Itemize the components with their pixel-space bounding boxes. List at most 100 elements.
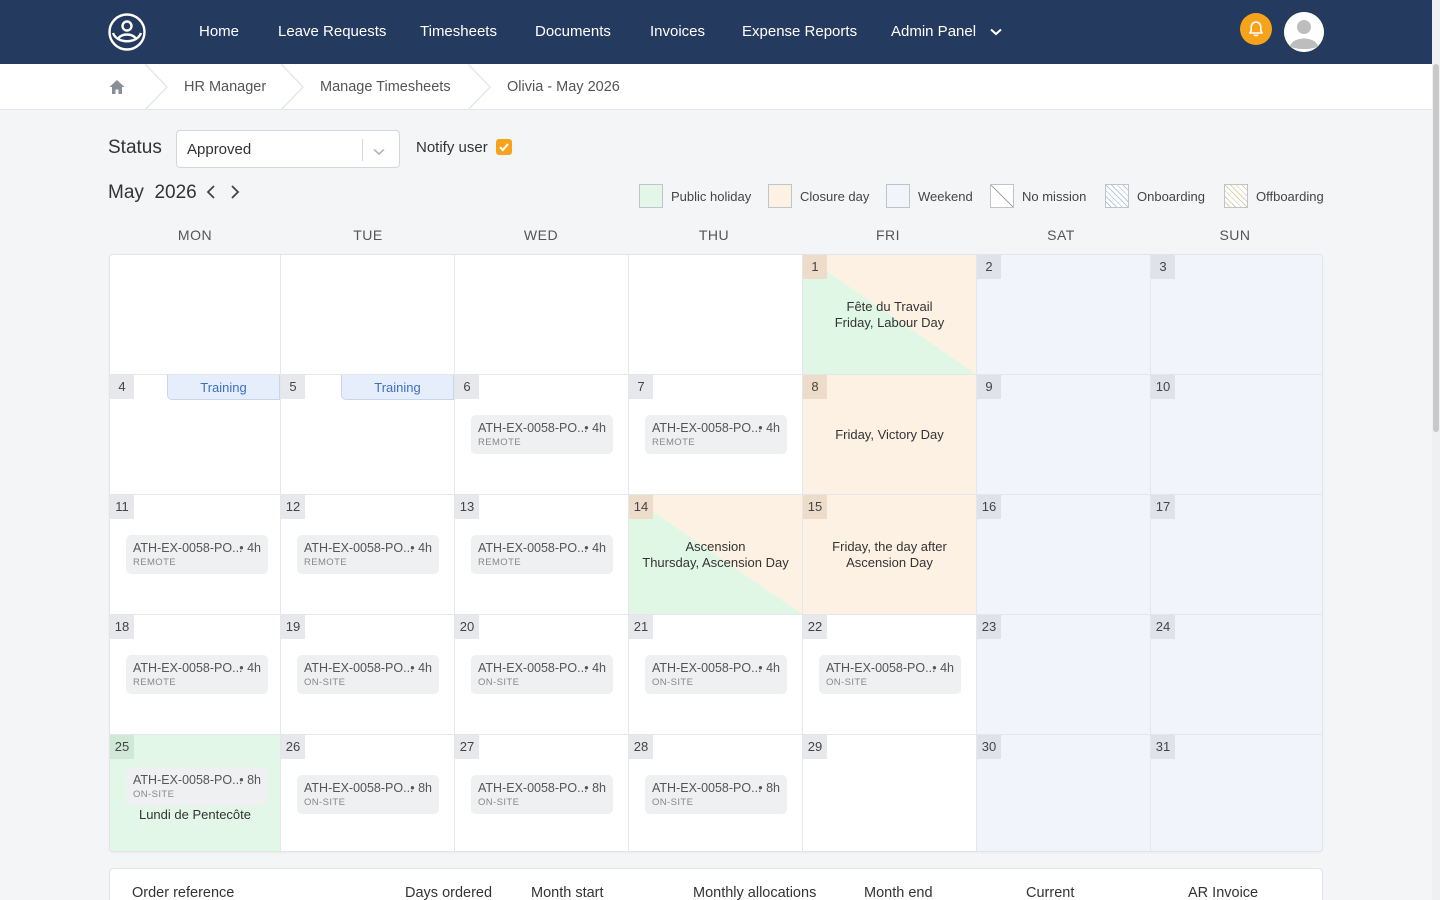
mission-entry[interactable]: ATH-EX-0058-PO... • 4h REMOTE — [645, 415, 787, 454]
calendar-day-cell[interactable]: 9 — [977, 375, 1151, 495]
mission-code: ATH-EX-0058-PO... — [478, 661, 588, 675]
calendar-day-cell[interactable]: 31 — [1151, 735, 1322, 851]
calendar-day-cell[interactable]: 2 — [977, 255, 1151, 375]
training-tag[interactable]: Training — [167, 375, 280, 400]
page-scrollbar-thumb[interactable] — [1433, 64, 1439, 432]
calendar-day-cell[interactable]: 12 ATH-EX-0058-PO... • 4h REMOTE — [281, 495, 455, 615]
mission-entry[interactable]: ATH-EX-0058-PO... • 8h ON-SITE — [126, 767, 268, 806]
mission-code: ATH-EX-0058-PO... — [478, 781, 588, 795]
mission-entry[interactable]: ATH-EX-0058-PO... • 8h ON-SITE — [645, 775, 787, 814]
calendar-day-cell[interactable]: 25 ATH-EX-0058-PO... • 8h ON-SITE Lundi de P… — [110, 735, 281, 851]
holiday-label-line: Friday, Labour Day — [834, 315, 945, 330]
calendar-day-cell[interactable]: 7 ATH-EX-0058-PO... • 4h REMOTE — [629, 375, 803, 495]
mission-location: REMOTE — [304, 557, 348, 568]
mission-entry[interactable]: ATH-EX-0058-PO... • 4h REMOTE — [126, 655, 268, 694]
calendar-day-cell[interactable]: 30 — [977, 735, 1151, 851]
mission-entry[interactable]: ATH-EX-0058-PO... • 4h REMOTE — [471, 415, 613, 454]
status-select[interactable]: Approved — [176, 130, 400, 168]
calendar-day-number: 1 — [803, 255, 827, 279]
calendar-day-number: 5 — [281, 375, 305, 399]
mission-location: REMOTE — [478, 437, 522, 448]
mission-location: ON-SITE — [304, 797, 346, 808]
calendar-day-cell[interactable]: 19 ATH-EX-0058-PO... • 4h ON-SITE — [281, 615, 455, 735]
mission-hours: • 8h — [758, 781, 780, 795]
holiday-label: Fête du Travail Friday, Labour Day — [803, 299, 976, 331]
calendar-day-cell[interactable]: 27 ATH-EX-0058-PO... • 8h ON-SITE — [455, 735, 629, 851]
calendar-day-cell[interactable]: 23 — [977, 615, 1151, 735]
mission-entry[interactable]: ATH-EX-0058-PO... • 8h ON-SITE — [471, 775, 613, 814]
calendar-day-cell[interactable]: 16 — [977, 495, 1151, 615]
mission-entry[interactable]: ATH-EX-0058-PO... • 8h ON-SITE — [297, 775, 439, 814]
calendar-day-number: 9 — [977, 375, 1001, 399]
calendar-day-cell[interactable]: 21 ATH-EX-0058-PO... • 4h ON-SITE — [629, 615, 803, 735]
app-logo-icon[interactable] — [107, 12, 147, 52]
calendar-day-cell[interactable]: 11 ATH-EX-0058-PO... • 4h REMOTE — [110, 495, 281, 615]
status-label: Status — [108, 137, 162, 158]
nav-timesheets[interactable]: Timesheets — [420, 0, 497, 64]
notifications-bell-icon[interactable] — [1240, 13, 1272, 45]
mission-location: REMOTE — [133, 677, 177, 688]
holiday-label-line: Ascension — [685, 539, 746, 554]
calendar-day-cell[interactable]: 17 — [1151, 495, 1322, 615]
mission-entry[interactable]: ATH-EX-0058-PO... • 4h ON-SITE — [297, 655, 439, 694]
mission-location: ON-SITE — [133, 789, 175, 800]
calendar-day-cell[interactable]: 18 ATH-EX-0058-PO... • 4h REMOTE — [110, 615, 281, 735]
next-month-chevron-right-icon[interactable] — [227, 183, 243, 201]
prev-month-chevron-left-icon[interactable] — [203, 183, 219, 201]
calendar-day-cell[interactable]: 22 ATH-EX-0058-PO... • 4h ON-SITE — [803, 615, 977, 735]
chevron-down-icon — [373, 143, 385, 161]
calendar-day-cell[interactable]: 6 ATH-EX-0058-PO... • 4h REMOTE — [455, 375, 629, 495]
calendar-day-cell[interactable]: 10 — [1151, 375, 1322, 495]
mission-hours: • 4h — [410, 661, 432, 675]
mission-code: ATH-EX-0058-PO... — [652, 781, 762, 795]
breadcrumb-separator — [144, 63, 169, 111]
mission-hours: • 4h — [239, 541, 261, 555]
nav-admin-panel[interactable]: Admin Panel — [891, 0, 1002, 64]
nav-documents[interactable]: Documents — [535, 0, 611, 64]
nav-invoices[interactable]: Invoices — [650, 0, 705, 64]
mission-location: ON-SITE — [652, 677, 694, 688]
mission-entry[interactable]: ATH-EX-0058-PO... • 4h REMOTE — [471, 535, 613, 574]
mission-entry[interactable]: ATH-EX-0058-PO... • 4h ON-SITE — [819, 655, 961, 694]
home-icon[interactable] — [108, 78, 126, 96]
training-tag[interactable]: Training — [341, 375, 454, 400]
calendar-day-number: 3 — [1151, 255, 1175, 279]
weekday-tue: TUE — [353, 227, 383, 243]
calendar-day-cell[interactable]: 14 Ascension Thursday, Ascension Day — [629, 495, 803, 615]
calendar-day-cell[interactable]: 29 — [803, 735, 977, 851]
nav-expense-reports[interactable]: Expense Reports — [742, 0, 857, 64]
calendar-day-number: 17 — [1151, 495, 1175, 519]
legend-onboarding-label: Onboarding — [1137, 189, 1205, 204]
calendar-day-cell[interactable]: 26 ATH-EX-0058-PO... • 8h ON-SITE — [281, 735, 455, 851]
user-avatar-icon[interactable] — [1284, 12, 1324, 52]
weekday-wed: WED — [523, 227, 559, 243]
breadcrumb-manage-timesheets[interactable]: Manage Timesheets — [320, 64, 451, 110]
calendar-day-cell[interactable]: 3 — [1151, 255, 1322, 375]
col-current: Current — [1026, 885, 1075, 900]
calendar-day-cell[interactable]: 1 Fête du Travail Friday, Labour Day — [803, 255, 977, 375]
calendar-grid: 1 Fête du Travail Friday, Labour Day 2 3 4 Tra… — [109, 254, 1323, 852]
mission-hours: • 4h — [758, 661, 780, 675]
calendar-empty-cell — [455, 255, 629, 375]
calendar-empty-cell — [110, 255, 281, 375]
calendar-day-cell[interactable]: 15 Friday, the day after Ascension Day — [803, 495, 977, 615]
calendar-day-cell[interactable]: 13 ATH-EX-0058-PO... • 4h REMOTE — [455, 495, 629, 615]
mission-entry[interactable]: ATH-EX-0058-PO... • 4h REMOTE — [126, 535, 268, 574]
calendar-day-cell[interactable]: 20 ATH-EX-0058-PO... • 4h ON-SITE — [455, 615, 629, 735]
mission-entry[interactable]: ATH-EX-0058-PO... • 4h ON-SITE — [645, 655, 787, 694]
nav-leave-requests[interactable]: Leave Requests — [278, 0, 386, 64]
mission-entry[interactable]: ATH-EX-0058-PO... • 4h REMOTE — [297, 535, 439, 574]
notify-user-checkbox[interactable] — [496, 139, 512, 155]
breadcrumb-hr-manager[interactable]: HR Manager — [184, 64, 266, 110]
calendar-day-cell[interactable]: 8 Friday, Victory Day — [803, 375, 977, 495]
calendar-empty-cell — [281, 255, 455, 375]
calendar-day-cell[interactable]: 4 Training — [110, 375, 281, 495]
calendar-day-cell[interactable]: 24 — [1151, 615, 1322, 735]
calendar-day-cell[interactable]: 28 ATH-EX-0058-PO... • 8h ON-SITE — [629, 735, 803, 851]
breadcrumb-separator — [467, 63, 492, 111]
mission-hours: • 4h — [584, 661, 606, 675]
nav-home[interactable]: Home — [199, 0, 239, 64]
calendar-day-cell[interactable]: 5 Training — [281, 375, 455, 495]
legend-onboarding-swatch — [1105, 184, 1129, 208]
mission-entry[interactable]: ATH-EX-0058-PO... • 4h ON-SITE — [471, 655, 613, 694]
